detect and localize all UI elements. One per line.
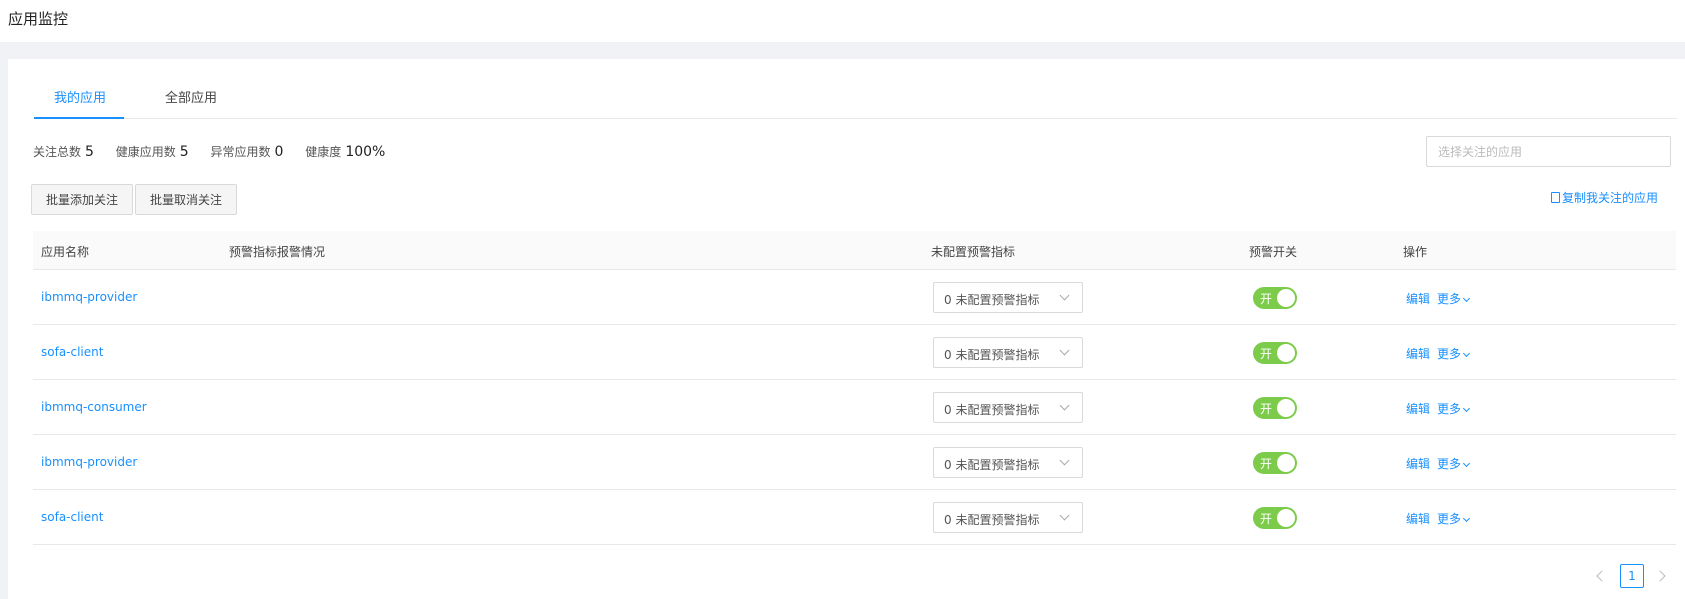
- edit-link[interactable]: 编辑: [1406, 290, 1430, 307]
- chevron-down-icon: [1462, 514, 1471, 523]
- alert-toggle[interactable]: 开: [1253, 287, 1297, 309]
- page-header: 应用监控: [0, 0, 1685, 42]
- stat-healthy-label: 健康应用数: [115, 145, 176, 159]
- batch-add-follow-button[interactable]: 批量添加关注: [31, 184, 134, 215]
- col-unconfigured: 未配置预警指标: [931, 245, 1016, 259]
- unconfigured-select-value: 0 未配置预警指标: [944, 513, 1040, 527]
- table-row: ibmmq-consumer 0 未配置预警指标 开 编辑 更多: [33, 380, 1676, 435]
- tab-active-indicator: [34, 117, 124, 119]
- more-label: 更多: [1437, 457, 1462, 471]
- table-row: sofa-client 0 未配置预警指标 开 编辑 更多: [33, 325, 1676, 380]
- unconfigured-select[interactable]: 0 未配置预警指标: [933, 337, 1083, 368]
- table-header: 应用名称 预警指标报警情况 未配置预警指标 预警开关 操作: [33, 231, 1676, 270]
- toggle-knob: [1277, 289, 1295, 307]
- tab-all-apps[interactable]: 全部应用: [165, 87, 217, 106]
- app-name-link[interactable]: ibmmq-provider: [41, 455, 137, 469]
- copy-followed-apps-link[interactable]: 复制我关注的应用: [1551, 189, 1658, 206]
- edit-link[interactable]: 编辑: [1406, 510, 1430, 527]
- unconfigured-select-value: 0 未配置预警指标: [944, 293, 1040, 307]
- more-dropdown[interactable]: 更多: [1437, 345, 1471, 362]
- chevron-down-icon: [1059, 345, 1070, 356]
- main-card: 我的应用 全部应用 关注总数5 健康应用数5 异常应用数0 健康度100% 批量…: [8, 59, 1685, 599]
- unconfigured-select[interactable]: 0 未配置预警指标: [933, 282, 1083, 313]
- chevron-down-icon: [1462, 404, 1471, 413]
- toggle-label: 开: [1260, 457, 1273, 471]
- edit-link[interactable]: 编辑: [1406, 400, 1430, 417]
- app-search-input[interactable]: [1426, 136, 1671, 167]
- more-label: 更多: [1437, 347, 1462, 361]
- chevron-down-icon: [1059, 455, 1070, 466]
- copy-link-label: 复制我关注的应用: [1562, 191, 1659, 205]
- app-name-link[interactable]: ibmmq-consumer: [41, 400, 147, 414]
- stat-health-rate-value: 100%: [345, 144, 386, 160]
- more-dropdown[interactable]: 更多: [1437, 400, 1471, 417]
- chevron-down-icon: [1462, 349, 1471, 358]
- more-label: 更多: [1437, 292, 1462, 306]
- table-row: ibmmq-provider 0 未配置预警指标 开 编辑 更多: [33, 435, 1676, 490]
- alert-toggle[interactable]: 开: [1253, 397, 1297, 419]
- alert-toggle[interactable]: 开: [1253, 342, 1297, 364]
- stat-abnormal-label: 异常应用数: [210, 145, 271, 159]
- toggle-knob: [1277, 509, 1295, 527]
- alert-toggle[interactable]: 开: [1253, 507, 1297, 529]
- stat-healthy-value: 5: [179, 144, 189, 160]
- more-label: 更多: [1437, 402, 1462, 416]
- edit-link[interactable]: 编辑: [1406, 455, 1430, 472]
- stat-total-label: 关注总数: [33, 145, 82, 159]
- toggle-knob: [1277, 454, 1295, 472]
- alert-toggle[interactable]: 开: [1253, 452, 1297, 474]
- tab-my-apps[interactable]: 我的应用: [54, 87, 106, 106]
- chevron-down-icon: [1462, 459, 1471, 468]
- unconfigured-select[interactable]: 0 未配置预警指标: [933, 392, 1083, 423]
- stat-health-rate: 健康度 100%: [305, 143, 385, 160]
- more-dropdown[interactable]: 更多: [1437, 290, 1471, 307]
- unconfigured-select[interactable]: 0 未配置预警指标: [933, 447, 1083, 478]
- stat-total: 关注总数 5: [33, 143, 94, 160]
- col-alert-status: 预警指标报警情况: [229, 245, 326, 259]
- pager-next-icon[interactable]: [1654, 570, 1666, 582]
- unconfigured-select[interactable]: 0 未配置预警指标: [933, 502, 1083, 533]
- toggle-label: 开: [1260, 512, 1273, 526]
- stats-bar: 关注总数 5 健康应用数 5 异常应用数 0 健康度 100%: [33, 143, 403, 160]
- stat-healthy: 健康应用数 5: [116, 143, 189, 160]
- table-row: sofa-client 0 未配置预警指标 开 编辑 更多: [33, 490, 1676, 545]
- unconfigured-select-value: 0 未配置预警指标: [944, 403, 1040, 417]
- app-name-link[interactable]: sofa-client: [41, 345, 103, 359]
- toggle-label: 开: [1260, 292, 1273, 306]
- stat-abnormal-value: 0: [274, 144, 284, 160]
- batch-cancel-follow-button[interactable]: 批量取消关注: [135, 184, 238, 215]
- unconfigured-select-value: 0 未配置预警指标: [944, 348, 1040, 362]
- col-operations: 操作: [1403, 245, 1428, 259]
- copy-icon: [1551, 192, 1560, 203]
- col-app-name: 应用名称: [41, 245, 90, 259]
- more-label: 更多: [1437, 512, 1462, 526]
- tab-bar: 我的应用 全部应用: [34, 79, 1677, 119]
- chevron-down-icon: [1462, 294, 1471, 303]
- app-name-link[interactable]: sofa-client: [41, 510, 103, 524]
- col-alert-switch: 预警开关: [1249, 245, 1298, 259]
- toggle-knob: [1277, 344, 1295, 362]
- apps-table: 应用名称 预警指标报警情况 未配置预警指标 预警开关 操作 ibmmq-prov…: [33, 231, 1676, 545]
- pager-prev-icon[interactable]: [1596, 570, 1608, 582]
- more-dropdown[interactable]: 更多: [1437, 510, 1471, 527]
- page-title: 应用监控: [8, 10, 69, 28]
- toggle-label: 开: [1260, 347, 1273, 361]
- pager-page-current[interactable]: 1: [1620, 564, 1644, 588]
- stat-abnormal: 异常应用数 0: [211, 143, 284, 160]
- stat-health-rate-label: 健康度: [305, 145, 342, 159]
- toggle-knob: [1277, 399, 1295, 417]
- app-name-link[interactable]: ibmmq-provider: [41, 290, 137, 304]
- edit-link[interactable]: 编辑: [1406, 345, 1430, 362]
- toggle-label: 开: [1260, 402, 1273, 416]
- more-dropdown[interactable]: 更多: [1437, 455, 1471, 472]
- unconfigured-select-value: 0 未配置预警指标: [944, 458, 1040, 472]
- table-row: ibmmq-provider 0 未配置预警指标 开 编辑 更多: [33, 270, 1676, 325]
- chevron-down-icon: [1059, 510, 1070, 521]
- stat-total-value: 5: [85, 144, 94, 160]
- chevron-down-icon: [1059, 400, 1070, 411]
- chevron-down-icon: [1059, 290, 1070, 301]
